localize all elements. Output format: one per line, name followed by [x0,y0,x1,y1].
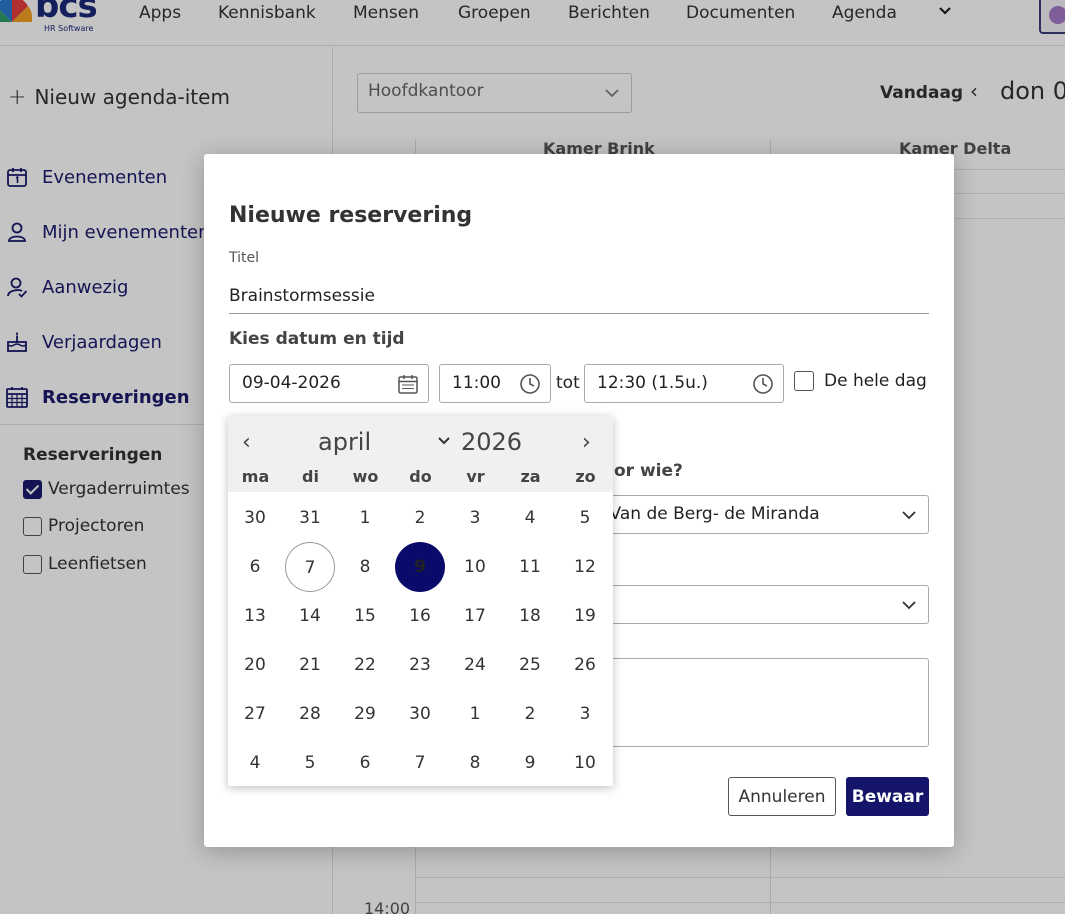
calendar-day[interactable]: 20 [230,640,280,690]
chevron-down-icon [902,511,916,520]
calendar-day[interactable]: 5 [285,738,335,788]
date-field[interactable]: 09-04-2026 [229,364,429,403]
cancel-button[interactable]: Annuleren [728,777,836,816]
weekday-header: vr [466,467,485,486]
weekday-header: zo [575,467,596,486]
calendar-day[interactable]: 25 [505,640,555,690]
year-select[interactable]: 2026 [461,428,522,456]
calendar-day[interactable]: 2 [395,493,445,543]
calendar-day[interactable]: 6 [340,738,390,788]
end-time-field[interactable]: 12:30 (1.5u.) [584,364,784,403]
start-time-value: 11:00 [452,373,501,393]
calendar-day[interactable]: 5 [560,493,610,543]
weekday-header: do [409,467,432,486]
resource-select[interactable] [564,585,929,624]
all-day-label: De hele dag [824,371,927,391]
calendar-day[interactable]: 29 [340,689,390,739]
dialog-title: Nieuwe reservering [229,203,473,228]
calendar-day[interactable]: 9 [395,542,445,592]
calendar-day[interactable]: 9 [505,738,555,788]
all-day-option[interactable]: De hele dag [794,371,927,391]
calendar-day[interactable]: 28 [285,689,335,739]
chevron-down-icon[interactable] [436,433,452,449]
calendar-day[interactable]: 27 [230,689,280,739]
calendar-day[interactable]: 3 [560,689,610,739]
save-button[interactable]: Bewaar [846,777,929,816]
calendar-day[interactable]: 1 [340,493,390,543]
calendar-day[interactable]: 31 [285,493,335,543]
description-textarea[interactable] [564,658,929,747]
weekday-header: wo [352,467,379,486]
weekday-header: za [520,467,541,486]
calendar-day[interactable]: 11 [505,542,555,592]
calendar-day[interactable]: 4 [230,738,280,788]
calendar-day[interactable]: 18 [505,591,555,641]
calendar-day[interactable]: 7 [395,738,445,788]
start-time-field[interactable]: 11:00 [439,364,551,403]
calendar-day[interactable]: 19 [560,591,610,641]
calendar-day[interactable]: 1 [450,689,500,739]
for-who-label: or wie? [614,461,683,481]
calendar-day[interactable]: 2 [505,689,555,739]
calendar-day[interactable]: 10 [560,738,610,788]
calendar-day[interactable]: 30 [230,493,280,543]
calendar-day[interactable]: 15 [340,591,390,641]
title-field-label: Titel [229,250,260,266]
calendar-day[interactable]: 21 [285,640,335,690]
clock-icon[interactable] [519,373,541,395]
calendar-day[interactable]: 12 [560,542,610,592]
weekday-header: ma [241,467,270,486]
datepicker-popup: ‹ april 2026 › ma di wo do vr za zo 30 31 1 2 3 4 5 6 7… [228,416,613,786]
calendar-day[interactable]: 22 [340,640,390,690]
calendar-icon[interactable] [397,373,419,395]
weekday-header: di [302,467,319,486]
calendar-day[interactable]: 26 [560,640,610,690]
calendar-day[interactable]: 30 [395,689,445,739]
calendar-day[interactable]: 10 [450,542,500,592]
calendar-day[interactable]: 14 [285,591,335,641]
for-who-select[interactable]: ophie Van de Berg- de Miranda [564,495,929,534]
calendar-day[interactable]: 7 [285,542,335,592]
previous-month-icon[interactable]: ‹ [242,430,251,455]
end-time-value: 12:30 (1.5u.) [597,373,708,393]
next-month-icon[interactable]: › [582,430,591,455]
calendar-day[interactable]: 23 [395,640,445,690]
clock-icon[interactable] [752,373,774,395]
datetime-section-label: Kies datum en tijd [229,329,405,349]
calendar-day[interactable]: 17 [450,591,500,641]
calendar-day[interactable]: 4 [505,493,555,543]
calendar-day[interactable]: 6 [230,542,280,592]
calendar-day[interactable]: 8 [450,738,500,788]
date-value: 09-04-2026 [242,373,341,393]
title-input[interactable] [229,278,929,314]
calendar-day[interactable]: 16 [395,591,445,641]
month-select[interactable]: april [318,428,371,456]
all-day-checkbox[interactable] [794,371,814,391]
calendar-day[interactable]: 24 [450,640,500,690]
chevron-down-icon [902,601,916,610]
tot-label: tot [556,373,580,393]
calendar-day[interactable]: 8 [340,542,390,592]
calendar-day[interactable]: 13 [230,591,280,641]
calendar-day[interactable]: 3 [450,493,500,543]
